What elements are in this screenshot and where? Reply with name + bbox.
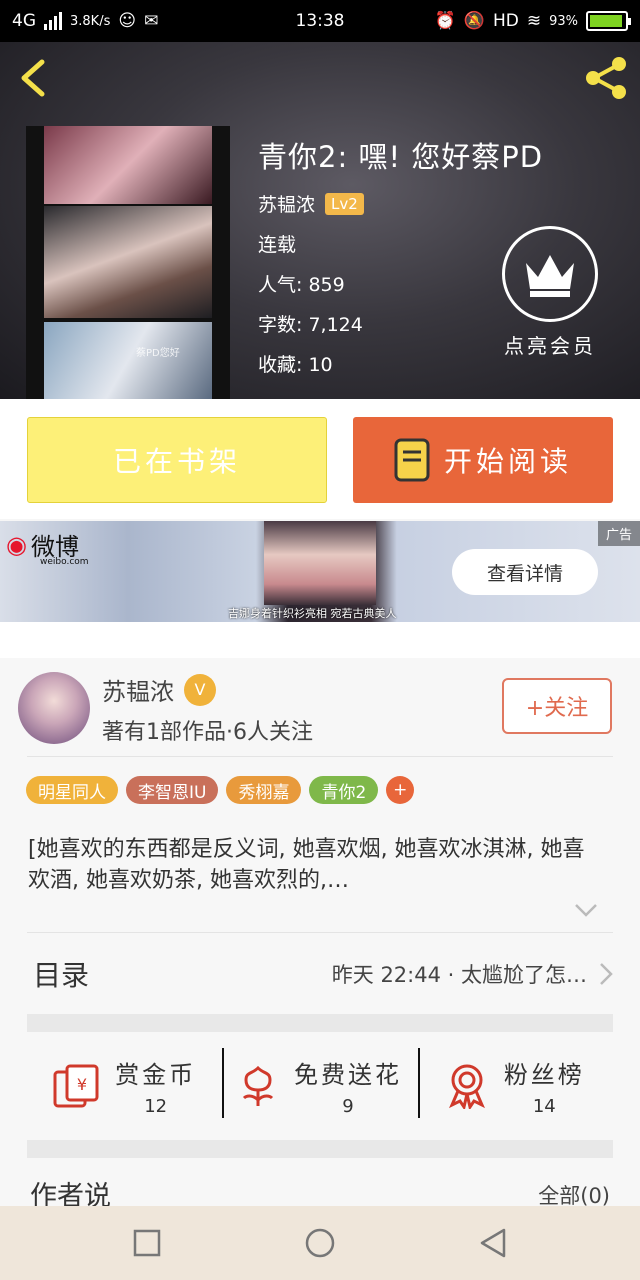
back-nav-button[interactable] [463,1213,523,1273]
circle-icon [305,1228,335,1258]
divider [27,932,613,933]
tag-item[interactable]: 秀栩嘉 [226,776,302,804]
stats-row: ¥ 赏金币 12 免费送花 9 粉丝榜 14 [27,1034,613,1138]
book-description[interactable]: [她喜欢的东西都是反义词, 她喜欢烟, 她喜欢冰淇淋, 她喜欢酒, 她喜欢奶茶,… [28,834,606,896]
author-summary: 著有1部作品·6人关注 [102,720,313,745]
share-icon [586,57,626,99]
section-separator [27,1140,613,1158]
network-speed: 3.8K/s [70,13,111,29]
ad-label: 广告 [597,521,640,546]
latest-chapter: 昨天 22:44 · 太尴尬了怎… [331,963,587,987]
fan-ranking-button[interactable]: 粉丝榜 14 [417,1034,613,1138]
stat-label: 赏金币 [115,1061,197,1089]
back-button[interactable] [14,56,54,100]
square-icon [133,1229,160,1257]
book-icon [394,438,430,482]
verified-badge-icon: V [184,673,216,706]
stat-label: 免费送花 [293,1061,402,1089]
section-separator [27,1014,613,1032]
tag-item[interactable]: 明星同人 [26,776,118,804]
stat-value: 12 [144,1096,168,1117]
tag-list: 明星同人 李智恩IU 秀栩嘉 青你2 + [26,776,415,804]
share-button[interactable] [582,54,630,102]
red-envelope-icon: ¥ [53,1064,99,1108]
book-cover[interactable]: 蔡PD您好 [26,126,230,399]
battery-percent: 93% [549,13,578,29]
app-notification-icon: ☺ [118,11,137,31]
tag-item[interactable]: 李智恩IU [126,776,219,804]
start-reading-label: 开始阅读 [443,445,572,478]
in-shelf-button[interactable]: 已在书架 [27,417,327,503]
home-button[interactable] [290,1213,350,1273]
medal-icon [448,1064,485,1109]
follow-button[interactable]: +关注 [502,678,612,734]
vip-button[interactable]: 点亮会员 [500,226,600,359]
ad-caption: 吉娜身着针织衫亮相 宛若古典美人 [228,607,397,620]
weibo-logo: ◉ 微博 weibo.com [6,530,89,568]
chevron-left-icon [21,59,45,97]
wifi-icon: ≋ [526,11,542,31]
level-badge: Lv2 [325,192,364,215]
weibo-icon: ◉ [6,530,27,559]
action-bar: 已在书架 开始阅读 [0,399,640,519]
flower-icon [242,1065,274,1106]
stat-label: 粉丝榜 [503,1061,585,1089]
author-section: 苏韫浓 V 著有1部作品·6人关注 +关注 明星同人 李智恩IU 秀栩嘉 青你2… [0,658,640,1212]
author-avatar[interactable] [18,672,90,744]
table-of-contents-row[interactable]: 目录 昨天 22:44 · 太尴尬了怎… [27,934,613,1014]
ad-image [264,521,376,605]
book-author[interactable]: 苏韫浓 [258,190,315,217]
triangle-back-icon [481,1228,506,1258]
cover-photo-2 [44,206,212,318]
system-nav-bar [0,1206,640,1280]
battery-icon [586,11,631,31]
spacer [0,622,640,658]
divider [27,756,613,757]
book-title: 青你2: 嘿! 您好蔡PD [258,140,544,174]
hd-label: HD [492,11,519,31]
ad-details-button[interactable]: 查看详情 [452,549,598,595]
book-header: 蔡PD您好 青你2: 嘿! 您好蔡PD 苏韫浓 Lv2 连载 人气: 859 字… [0,42,640,399]
toc-title: 目录 [33,959,90,992]
reward-coins-button[interactable]: ¥ 赏金币 12 [27,1034,222,1138]
crown-icon [526,255,574,297]
cover-photo-1 [44,126,212,204]
stat-value: 14 [532,1096,556,1117]
chevron-right-icon [600,963,613,985]
vip-label: 点亮会员 [504,334,596,358]
recent-apps-button[interactable] [117,1213,177,1273]
tag-item[interactable]: 青你2 [309,776,379,804]
message-icon: ✉ [144,11,159,31]
status-bar: 4G 3.8K/s ☺ ✉ 13:38 ⏰ 🔕 HD ≋ 93% [0,0,640,42]
svg-text:¥: ¥ [77,1075,87,1094]
ad-banner[interactable]: ◉ 微博 weibo.com 广告 查看详情 吉娜身着针织衫亮相 宛若古典美人 [0,521,640,622]
signal-icon [44,12,62,30]
author-name[interactable]: 苏韫浓 [102,672,174,707]
alarm-icon: ⏰ [434,11,456,31]
send-flowers-button[interactable]: 免费送花 9 [222,1034,417,1138]
mute-bell-icon: 🔕 [463,11,485,31]
chevron-down-icon [575,904,597,917]
start-reading-button[interactable]: 开始阅读 [353,417,613,503]
cover-photo-3 [44,322,212,399]
add-tag-button[interactable]: + [386,776,415,804]
cover-caption: 蔡PD您好 [136,348,180,359]
stat-value: 9 [342,1096,354,1117]
network-label: 4G [12,11,36,31]
expand-button[interactable] [574,902,598,921]
